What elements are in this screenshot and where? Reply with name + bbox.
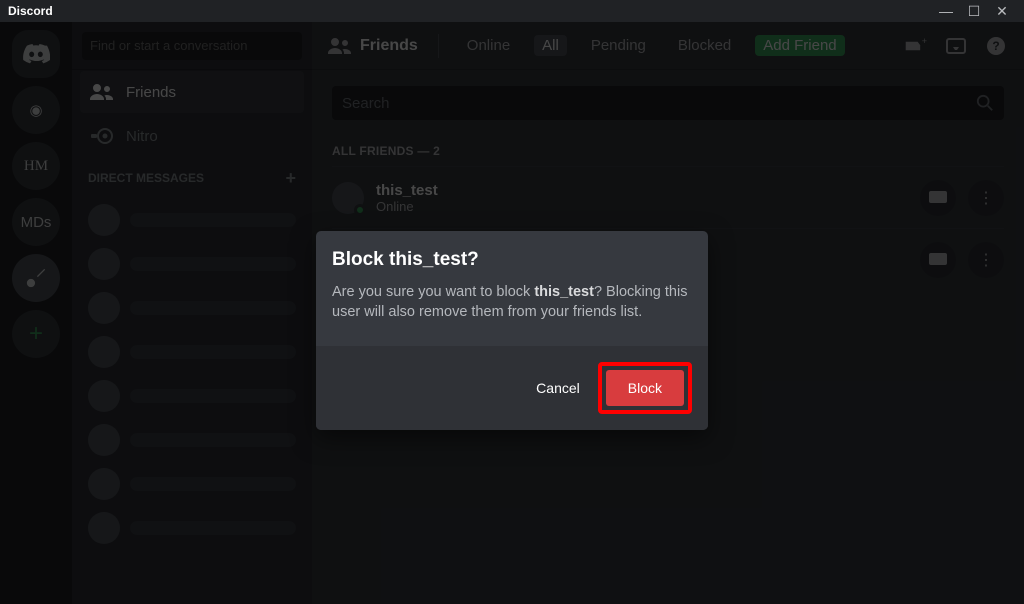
- modal-footer: Cancel Block: [316, 346, 708, 430]
- window-titlebar: Discord — ☐ ✕: [0, 0, 1024, 22]
- modal-username: this_test: [534, 284, 594, 300]
- window-close-button[interactable]: ✕: [988, 3, 1016, 20]
- block-button[interactable]: Block: [606, 370, 684, 406]
- highlight-annotation: Block: [598, 362, 692, 414]
- window-maximize-button[interactable]: ☐: [960, 3, 988, 20]
- modal-message: Are you sure you want to block this_test…: [332, 283, 692, 322]
- app-title: Discord: [8, 4, 53, 18]
- window-minimize-button[interactable]: —: [932, 3, 960, 19]
- modal-text-pre: Are you sure you want to block: [332, 284, 534, 300]
- modal-body: Block this_test? Are you sure you want t…: [316, 231, 708, 346]
- block-user-modal: Block this_test? Are you sure you want t…: [316, 231, 708, 430]
- cancel-button[interactable]: Cancel: [536, 380, 580, 396]
- modal-title: Block this_test?: [332, 249, 692, 271]
